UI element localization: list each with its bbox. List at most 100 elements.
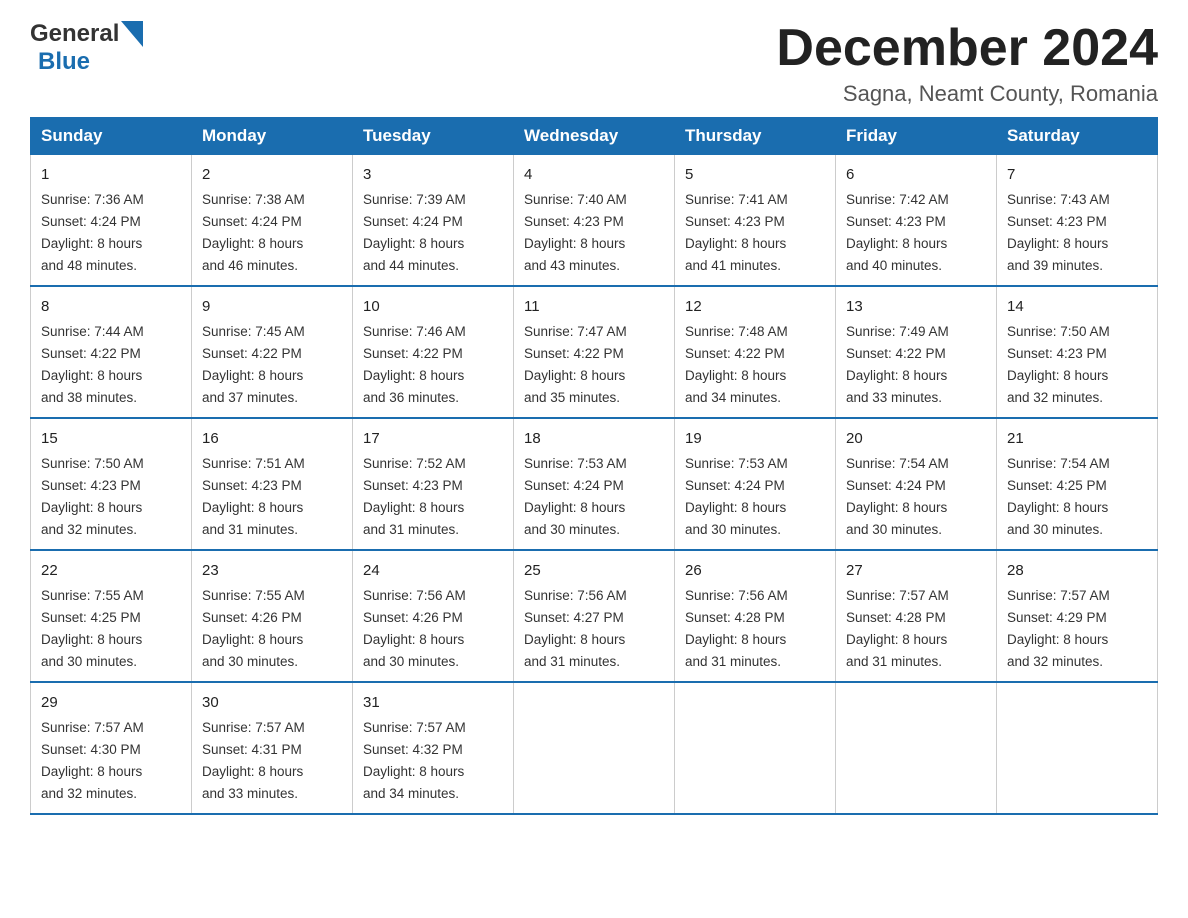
day-info: Sunrise: 7:38 AMSunset: 4:24 PMDaylight:… [202, 192, 305, 273]
day-info: Sunrise: 7:47 AMSunset: 4:22 PMDaylight:… [524, 324, 627, 405]
calendar-cell: 10Sunrise: 7:46 AMSunset: 4:22 PMDayligh… [353, 286, 514, 418]
calendar-week-row: 8 Sunrise: 7:44 AMSunset: 4:22 PMDaylight… [31, 286, 1158, 418]
calendar-cell: 22 Sunrise: 7:55 AMSunset: 4:25 PMDayligh… [31, 550, 192, 682]
day-number: 26 [685, 559, 825, 582]
day-number: 2 [202, 163, 342, 186]
day-number: 5 [685, 163, 825, 186]
day-number: 25 [524, 559, 664, 582]
day-number: 8 [41, 295, 181, 318]
calendar-cell: 15Sunrise: 7:50 AMSunset: 4:23 PMDayligh… [31, 418, 192, 550]
day-info: Sunrise: 7:45 AMSunset: 4:22 PMDaylight:… [202, 324, 305, 405]
day-number: 18 [524, 427, 664, 450]
day-info: Sunrise: 7:49 AMSunset: 4:22 PMDaylight:… [846, 324, 949, 405]
calendar-table: SundayMondayTuesdayWednesdayThursdayFrid… [30, 117, 1158, 815]
day-number: 28 [1007, 559, 1147, 582]
calendar-cell: 2 Sunrise: 7:38 AMSunset: 4:24 PMDaylight… [192, 155, 353, 286]
day-number: 24 [363, 559, 503, 582]
calendar-cell: 3Sunrise: 7:39 AMSunset: 4:24 PMDaylight… [353, 155, 514, 286]
day-number: 9 [202, 295, 342, 318]
day-info: Sunrise: 7:57 AMSunset: 4:29 PMDaylight:… [1007, 588, 1110, 669]
logo-triangle-icon [121, 21, 143, 47]
day-number: 14 [1007, 295, 1147, 318]
weekday-header-tuesday: Tuesday [353, 118, 514, 155]
calendar-cell: 9 Sunrise: 7:45 AMSunset: 4:22 PMDaylight… [192, 286, 353, 418]
month-title: December 2024 [776, 20, 1158, 77]
calendar-cell: 12 Sunrise: 7:48 AMSunset: 4:22 PMDayligh… [675, 286, 836, 418]
calendar-cell [836, 682, 997, 814]
day-number: 13 [846, 295, 986, 318]
calendar-cell: 24 Sunrise: 7:56 AMSunset: 4:26 PMDayligh… [353, 550, 514, 682]
day-number: 4 [524, 163, 664, 186]
calendar-cell: 31 Sunrise: 7:57 AMSunset: 4:32 PMDayligh… [353, 682, 514, 814]
weekday-header-row: SundayMondayTuesdayWednesdayThursdayFrid… [31, 118, 1158, 155]
day-info: Sunrise: 7:53 AMSunset: 4:24 PMDaylight:… [524, 456, 627, 537]
calendar-cell [675, 682, 836, 814]
day-info: Sunrise: 7:54 AMSunset: 4:25 PMDaylight:… [1007, 456, 1110, 537]
day-number: 19 [685, 427, 825, 450]
calendar-cell: 21 Sunrise: 7:54 AMSunset: 4:25 PMDayligh… [997, 418, 1158, 550]
weekday-header-wednesday: Wednesday [514, 118, 675, 155]
logo-general-text: General [30, 20, 119, 48]
calendar-cell: 13 Sunrise: 7:49 AMSunset: 4:22 PMDayligh… [836, 286, 997, 418]
page-header: General Blue December 2024 Sagna, Neamt … [30, 20, 1158, 107]
day-number: 1 [41, 163, 181, 186]
calendar-cell: 5 Sunrise: 7:41 AMSunset: 4:23 PMDaylight… [675, 155, 836, 286]
calendar-cell: 28 Sunrise: 7:57 AMSunset: 4:29 PMDayligh… [997, 550, 1158, 682]
day-number: 31 [363, 691, 503, 714]
day-info: Sunrise: 7:43 AMSunset: 4:23 PMDaylight:… [1007, 192, 1110, 273]
day-info: Sunrise: 7:41 AMSunset: 4:23 PMDaylight:… [685, 192, 788, 273]
day-info: Sunrise: 7:51 AMSunset: 4:23 PMDaylight:… [202, 456, 305, 537]
day-number: 21 [1007, 427, 1147, 450]
weekday-header-thursday: Thursday [675, 118, 836, 155]
title-area: December 2024 Sagna, Neamt County, Roman… [776, 20, 1158, 107]
day-info: Sunrise: 7:44 AMSunset: 4:22 PMDaylight:… [41, 324, 144, 405]
calendar-week-row: 1 Sunrise: 7:36 AMSunset: 4:24 PMDaylight… [31, 155, 1158, 286]
calendar-cell [997, 682, 1158, 814]
day-number: 11 [524, 295, 664, 318]
calendar-cell: 25 Sunrise: 7:56 AMSunset: 4:27 PMDayligh… [514, 550, 675, 682]
day-info: Sunrise: 7:50 AMSunset: 4:23 PMDaylight:… [1007, 324, 1110, 405]
calendar-cell: 8 Sunrise: 7:44 AMSunset: 4:22 PMDaylight… [31, 286, 192, 418]
calendar-cell: 23Sunrise: 7:55 AMSunset: 4:26 PMDayligh… [192, 550, 353, 682]
day-info: Sunrise: 7:40 AMSunset: 4:23 PMDaylight:… [524, 192, 627, 273]
logo: General Blue [30, 20, 143, 76]
calendar-cell: 1 Sunrise: 7:36 AMSunset: 4:24 PMDaylight… [31, 155, 192, 286]
calendar-cell: 26 Sunrise: 7:56 AMSunset: 4:28 PMDayligh… [675, 550, 836, 682]
day-number: 27 [846, 559, 986, 582]
day-info: Sunrise: 7:57 AMSunset: 4:31 PMDaylight:… [202, 720, 305, 801]
calendar-cell: 30 Sunrise: 7:57 AMSunset: 4:31 PMDayligh… [192, 682, 353, 814]
day-info: Sunrise: 7:57 AMSunset: 4:28 PMDaylight:… [846, 588, 949, 669]
day-number: 22 [41, 559, 181, 582]
day-number: 15 [41, 427, 181, 450]
calendar-cell: 11 Sunrise: 7:47 AMSunset: 4:22 PMDayligh… [514, 286, 675, 418]
day-number: 7 [1007, 163, 1147, 186]
weekday-header-sunday: Sunday [31, 118, 192, 155]
day-info: Sunrise: 7:36 AMSunset: 4:24 PMDaylight:… [41, 192, 144, 273]
day-number: 30 [202, 691, 342, 714]
day-info: Sunrise: 7:57 AMSunset: 4:32 PMDaylight:… [363, 720, 466, 801]
day-info: Sunrise: 7:39 AMSunset: 4:24 PMDaylight:… [363, 192, 466, 273]
day-number: 12 [685, 295, 825, 318]
day-info: Sunrise: 7:55 AMSunset: 4:26 PMDaylight:… [202, 588, 305, 669]
day-info: Sunrise: 7:56 AMSunset: 4:27 PMDaylight:… [524, 588, 627, 669]
day-info: Sunrise: 7:54 AMSunset: 4:24 PMDaylight:… [846, 456, 949, 537]
day-info: Sunrise: 7:57 AMSunset: 4:30 PMDaylight:… [41, 720, 144, 801]
calendar-cell: 17Sunrise: 7:52 AMSunset: 4:23 PMDayligh… [353, 418, 514, 550]
calendar-cell: 18 Sunrise: 7:53 AMSunset: 4:24 PMDayligh… [514, 418, 675, 550]
calendar-cell: 7 Sunrise: 7:43 AMSunset: 4:23 PMDaylight… [997, 155, 1158, 286]
day-info: Sunrise: 7:56 AMSunset: 4:28 PMDaylight:… [685, 588, 788, 669]
calendar-cell: 4 Sunrise: 7:40 AMSunset: 4:23 PMDaylight… [514, 155, 675, 286]
calendar-cell [514, 682, 675, 814]
day-number: 6 [846, 163, 986, 186]
calendar-week-row: 22 Sunrise: 7:55 AMSunset: 4:25 PMDayligh… [31, 550, 1158, 682]
day-number: 16 [202, 427, 342, 450]
day-info: Sunrise: 7:48 AMSunset: 4:22 PMDaylight:… [685, 324, 788, 405]
location-subtitle: Sagna, Neamt County, Romania [776, 81, 1158, 107]
day-info: Sunrise: 7:56 AMSunset: 4:26 PMDaylight:… [363, 588, 466, 669]
day-info: Sunrise: 7:46 AMSunset: 4:22 PMDaylight:… [363, 324, 466, 405]
calendar-week-row: 15Sunrise: 7:50 AMSunset: 4:23 PMDayligh… [31, 418, 1158, 550]
weekday-header-friday: Friday [836, 118, 997, 155]
logo-blue-text: Blue [38, 48, 90, 75]
day-info: Sunrise: 7:55 AMSunset: 4:25 PMDaylight:… [41, 588, 144, 669]
calendar-cell: 27 Sunrise: 7:57 AMSunset: 4:28 PMDayligh… [836, 550, 997, 682]
